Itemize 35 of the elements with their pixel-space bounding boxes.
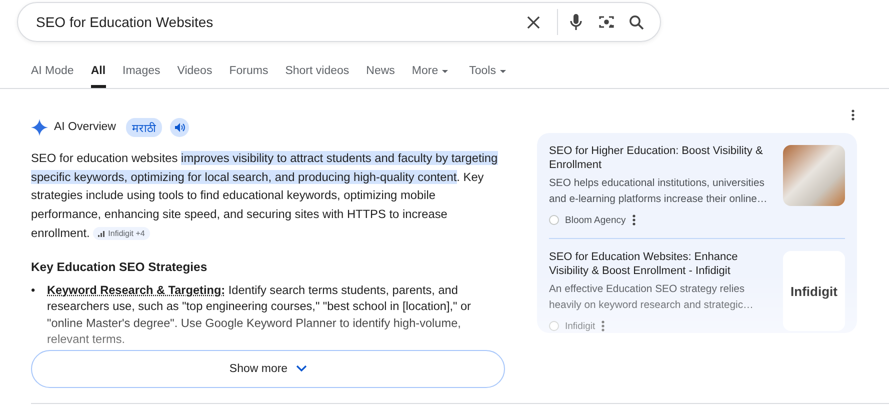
more-options-icon[interactable]: [632, 214, 636, 226]
site-favicon: [549, 215, 559, 225]
photo-placeholder: [783, 145, 845, 206]
site-name: Infidigit: [565, 320, 596, 332]
search-field[interactable]: SEO for Education Websites: [17, 2, 661, 42]
search-tab[interactable]: Short videos: [285, 62, 350, 88]
overview-title: AI Overview: [54, 121, 116, 133]
sparkle-icon: [31, 118, 48, 136]
bars-icon: [98, 230, 106, 237]
caret-icon: [442, 70, 448, 74]
site-favicon: [549, 321, 559, 331]
caret-icon: [500, 70, 506, 74]
source-title[interactable]: SEO for Education Websites: Enhance Visibility & Boost Enrollment - Infidigit: [549, 251, 771, 278]
source-snippet: SEO helps educational institutions, universities and e-learning platforms increase their online…: [549, 177, 768, 207]
search-tab[interactable]: More: [412, 62, 448, 88]
search-tab[interactable]: Tools: [469, 62, 506, 88]
overview-summary: SEO for education websites improves visibility to attract students and faculty by targeting specific keywords, optimizing for local search, and producing high-quality content. Key strategies include using tools to find educational keywords, optimizing mobile performance, enhancing site speed, and securing sites with HTTPS to increase enrollment. Infidigit +4: [31, 150, 499, 242]
chevron-down-icon: [296, 365, 307, 372]
search-tab[interactable]: Images: [122, 62, 160, 88]
strategy-bullet: Keyword Research & Targeting: Identify search terms students, parents, and researchers use, such as "top engineering courses," "best school in [location]," or "online Master's degree". Use Google Keyword Planner to identify high-volume, relevant terms.: [47, 282, 472, 348]
source-title[interactable]: SEO for Higher Education: Boost Visibility & Enrollment: [549, 145, 771, 172]
site-logo: Infidigit: [783, 251, 845, 331]
source-snippet: An effective Education SEO strategy relies heavily on keyword research and strategic…: [549, 283, 754, 313]
show-more-button[interactable]: Show more: [31, 350, 505, 388]
bullet-marker: •: [31, 282, 36, 299]
search-tab[interactable]: Videos: [177, 62, 212, 88]
section-heading: Key Education SEO Strategies: [31, 260, 208, 274]
search-tab[interactable]: AI Mode: [31, 62, 74, 88]
language-chip[interactable]: मराठी: [126, 118, 162, 136]
search-tab[interactable]: News: [366, 62, 395, 88]
search-tab[interactable]: Forums: [229, 62, 268, 88]
speaker-icon[interactable]: [170, 118, 189, 136]
search-input[interactable]: SEO for Education Websites: [34, 13, 523, 31]
site-name: Bloom Agency: [565, 214, 626, 226]
source-chip[interactable]: Infidigit +4: [93, 227, 150, 240]
